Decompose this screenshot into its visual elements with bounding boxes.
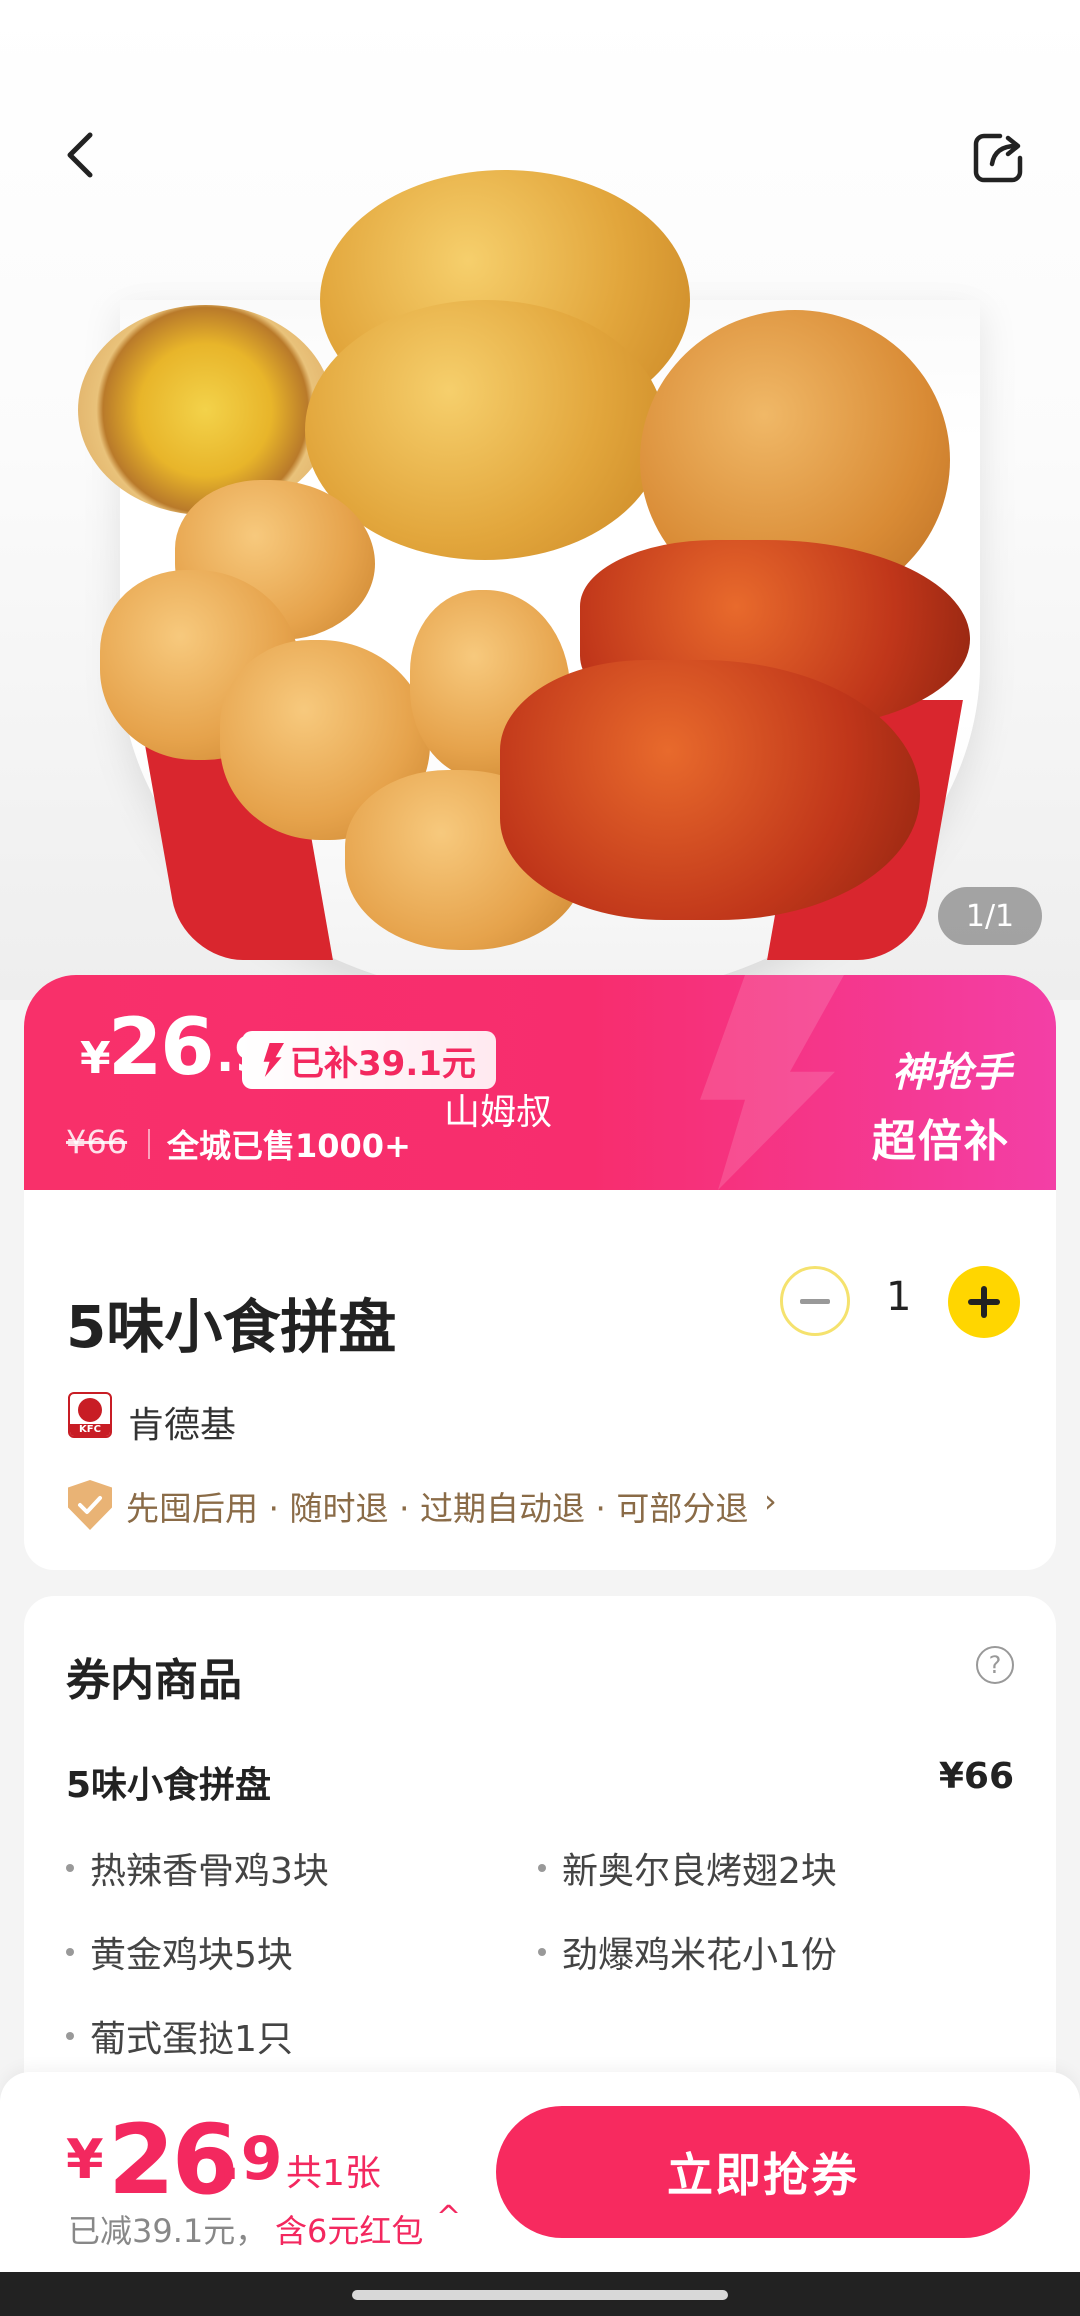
bottom-currency: ¥ — [66, 2128, 104, 2191]
lightning-icon — [263, 1043, 284, 1077]
shield-check-icon — [68, 1480, 112, 1530]
grab-voucher-button[interactable]: 立即抢券 — [496, 2106, 1030, 2238]
promo-price-banner: ¥ 26 .9 已补39.1元 ¥66 全城已售1000+ 山姆叔 神抢手 超倍… — [24, 975, 1056, 1190]
red-packet-info[interactable]: 含6元红包 — [275, 2206, 423, 2252]
list-item: 葡式蛋挞1只 — [66, 2010, 293, 2062]
chevron-right-icon[interactable]: › — [764, 1482, 777, 1520]
quantity-decrease-button[interactable] — [780, 1266, 850, 1336]
subsidy-badge: 已补39.1元 — [242, 1031, 496, 1089]
promo-tag-line2: 超倍补 — [872, 1116, 1010, 1167]
quantity-value: 1 — [886, 1274, 912, 1320]
chevron-left-icon — [67, 132, 93, 178]
section-title: 券内商品 — [66, 1655, 242, 1706]
reduced-amount[interactable]: 已减39.1元， — [68, 2206, 267, 2252]
bottom-action-bar: ¥ 26 .9 共1张 已减39.1元， 含6元红包 ^ 立即抢券 — [0, 2072, 1080, 2272]
bullet-icon — [538, 1864, 546, 1872]
bottom-price-decimal: .9 — [218, 2124, 283, 2194]
bullet-icon — [66, 1864, 74, 1872]
product-hero-image[interactable]: 1/1 — [0, 0, 1080, 1000]
list-item: 黄金鸡块5块 — [66, 1926, 293, 1978]
guarantee-text[interactable]: 先囤后用 · 随时退 · 过期自动退 · 可部分退 — [126, 1482, 748, 1530]
share-button[interactable] — [970, 128, 1028, 186]
minus-icon — [800, 1298, 830, 1304]
image-counter: 1/1 — [938, 887, 1042, 945]
voucher-count: 共1张 — [286, 2153, 381, 2194]
product-info-card: 5味小食拼盘 1 KFC 肯德基 先囤后用 · 随时退 · 过期自动退 · 可部… — [24, 1190, 1056, 1570]
help-icon[interactable]: ? — [976, 1646, 1014, 1684]
list-item: 热辣香骨鸡3块 — [66, 1842, 329, 1894]
promo-tag-line1: 神抢手 — [892, 1050, 1012, 1096]
bullet-icon — [66, 1948, 74, 1956]
promo-divider — [148, 1129, 150, 1159]
list-item: 新奥尔良烤翅2块 — [538, 1842, 837, 1894]
bullet-icon — [538, 1948, 546, 1956]
package-name: 5味小食拼盘 — [66, 1765, 272, 1806]
voucher-contents-card: 券内商品 ? 5味小食拼盘 ¥66 热辣香骨鸡3块 新奥尔良烤翅2块 黄金鸡块5… — [24, 1596, 1056, 2116]
promo-currency: ¥ — [80, 1033, 111, 1084]
product-title: 5味小食拼盘 — [66, 1293, 397, 1361]
package-price: ¥66 — [938, 1756, 1014, 1797]
promo-price-integer: 26 — [108, 1003, 215, 1093]
kfc-logo-icon: KFC — [68, 1392, 112, 1438]
bottom-price-integer: 26 — [108, 2104, 239, 2216]
share-icon — [973, 133, 1023, 183]
back-button[interactable] — [50, 125, 110, 185]
chevron-up-icon[interactable]: ^ — [436, 2200, 461, 2235]
sold-count: 全城已售1000+ — [167, 1127, 411, 1165]
brand-name[interactable]: 肯德基 — [128, 1396, 236, 1448]
list-item: 劲爆鸡米花小1份 — [538, 1926, 837, 1978]
original-price: ¥66 — [66, 1123, 128, 1161]
bullet-icon — [66, 2032, 74, 2040]
quantity-increase-button[interactable] — [948, 1266, 1020, 1338]
watermark-text: 山姆叔 — [444, 1092, 553, 1133]
home-indicator[interactable] — [352, 2290, 728, 2300]
lightning-decoration-icon — [700, 975, 844, 1190]
subsidy-text: 已补39.1元 — [290, 1043, 476, 1084]
